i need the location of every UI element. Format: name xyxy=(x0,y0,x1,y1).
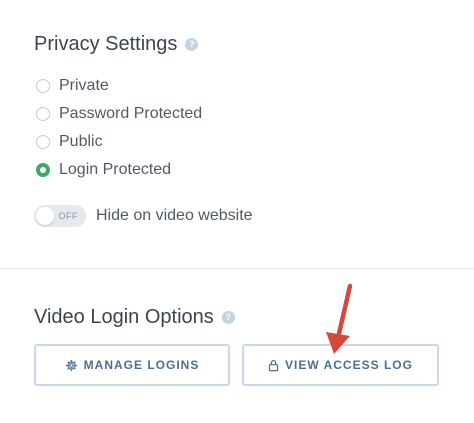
help-icon[interactable]: ? xyxy=(185,38,199,51)
privacy-settings-heading: Privacy Settings ? xyxy=(34,33,199,56)
manage-logins-button[interactable]: MANAGE LOGINS xyxy=(34,344,230,386)
privacy-settings-title: Privacy Settings xyxy=(34,33,178,55)
radio-option-login-protected[interactable]: Login Protected xyxy=(36,156,202,184)
radio-option-private[interactable]: Private xyxy=(36,72,202,100)
video-login-options-heading: Video Login Options ? xyxy=(34,306,235,329)
radio-button[interactable] xyxy=(36,107,50,121)
radio-label: Public xyxy=(59,133,103,150)
video-login-options-section: Video Login Options ? MANAGE LOGINS VIEW… xyxy=(0,269,474,423)
radio-option-public[interactable]: Public xyxy=(36,128,202,156)
hide-on-website-row: OFF Hide on video website xyxy=(34,205,253,227)
annotation-arrow-icon xyxy=(326,283,353,354)
radio-label: Login Protected xyxy=(59,161,172,178)
radio-label: Password Protected xyxy=(59,105,203,122)
radio-button-selected[interactable] xyxy=(36,163,50,177)
radio-button[interactable] xyxy=(36,135,50,149)
toggle-state-text: OFF xyxy=(58,211,78,221)
lock-icon xyxy=(268,359,279,372)
radio-option-password-protected[interactable]: Password Protected xyxy=(36,100,202,128)
privacy-radio-group: Private Password Protected Public Login … xyxy=(36,72,202,184)
help-icon[interactable]: ? xyxy=(221,311,235,324)
hide-on-website-toggle[interactable]: OFF xyxy=(34,205,86,227)
privacy-settings-section: Privacy Settings ? Private Password Prot… xyxy=(0,0,474,269)
radio-label: Private xyxy=(59,77,109,94)
view-access-log-label: VIEW ACCESS LOG xyxy=(285,358,413,372)
gear-icon xyxy=(65,359,78,372)
radio-button[interactable] xyxy=(36,79,50,93)
video-login-options-title: Video Login Options xyxy=(34,306,214,328)
hide-on-website-label: Hide on video website xyxy=(96,207,253,224)
manage-logins-label: MANAGE LOGINS xyxy=(83,358,200,372)
toggle-knob xyxy=(36,207,54,225)
